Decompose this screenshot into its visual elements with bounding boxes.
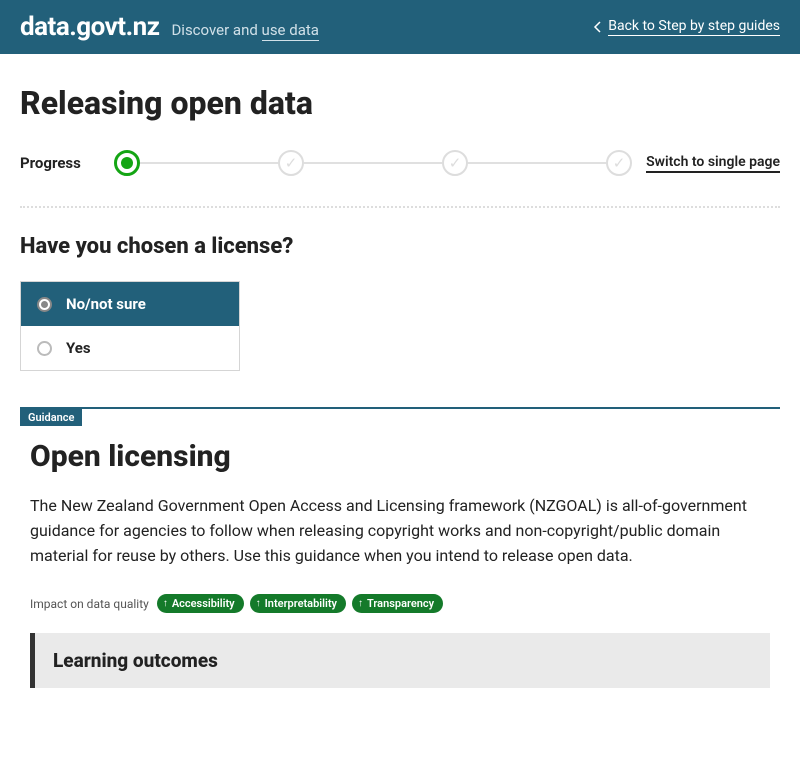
progress-line — [140, 162, 278, 164]
radio-option-no[interactable]: No/not sure — [21, 282, 239, 326]
guidance-title: Open licensing — [30, 439, 770, 474]
arrow-up-icon: ↑ — [256, 598, 261, 609]
divider — [20, 206, 780, 208]
guidance-tag: Guidance — [20, 409, 82, 426]
license-radio-group: No/not sure Yes — [20, 281, 240, 371]
progress-row: Progress ✓ ✓ ✓ Switch to single page — [20, 150, 780, 176]
pill-accessibility: ↑ Accessibility — [157, 594, 244, 613]
pill-transparency: ↑ Transparency — [352, 594, 443, 613]
progress-line — [468, 162, 606, 164]
pill-label: Interpretability — [265, 597, 337, 610]
progress-line — [304, 162, 442, 164]
learning-outcomes-title: Learning outcomes — [53, 649, 752, 672]
tagline-prefix: Discover and — [171, 21, 261, 39]
back-link[interactable]: Back to Step by step guides — [593, 18, 780, 36]
progress-label: Progress — [20, 154, 100, 172]
main-container: Releasing open data Progress ✓ ✓ ✓ Switc… — [0, 54, 800, 718]
back-link-label: Back to Step by step guides — [608, 18, 780, 36]
site-header: data.govt.nz Discover and use data Back … — [0, 0, 800, 54]
impact-label: Impact on data quality — [30, 597, 149, 611]
pill-label: Accessibility — [172, 597, 235, 610]
pill-label: Transparency — [367, 597, 434, 610]
pill-interpretability: ↑ Interpretability — [250, 594, 346, 613]
progress-step-3[interactable]: ✓ — [442, 150, 468, 176]
arrow-up-icon: ↑ — [358, 598, 363, 609]
guidance-section: Guidance Open licensing The New Zealand … — [20, 407, 780, 688]
check-icon: ✓ — [449, 154, 462, 172]
check-icon: ✓ — [285, 154, 298, 172]
dot-icon — [121, 157, 133, 169]
check-icon: ✓ — [613, 154, 626, 172]
progress-step-1[interactable] — [114, 150, 140, 176]
progress-track: ✓ ✓ ✓ — [114, 150, 632, 176]
site-title[interactable]: data.govt.nz — [20, 12, 159, 42]
guidance-body: The New Zealand Government Open Access a… — [30, 494, 770, 568]
learning-outcomes-box: Learning outcomes — [30, 633, 770, 688]
switch-single-page-link[interactable]: Switch to single page — [646, 154, 780, 173]
radio-label-yes: Yes — [66, 339, 91, 357]
radio-option-yes[interactable]: Yes — [21, 326, 239, 370]
question-heading: Have you chosen a license? — [20, 234, 780, 259]
header-left: data.govt.nz Discover and use data — [20, 12, 319, 42]
page-title: Releasing open data — [20, 84, 780, 122]
progress-step-2[interactable]: ✓ — [278, 150, 304, 176]
radio-icon — [37, 297, 52, 312]
impact-row: Impact on data quality ↑ Accessibility ↑ I… — [30, 594, 770, 613]
tagline: Discover and use data — [171, 21, 318, 39]
radio-label-no: No/not sure — [66, 295, 146, 313]
radio-icon — [37, 341, 52, 356]
arrow-up-icon: ↑ — [163, 598, 168, 609]
progress-step-4[interactable]: ✓ — [606, 150, 632, 176]
tagline-link[interactable]: use data — [262, 21, 319, 41]
chevron-left-icon — [593, 21, 602, 33]
